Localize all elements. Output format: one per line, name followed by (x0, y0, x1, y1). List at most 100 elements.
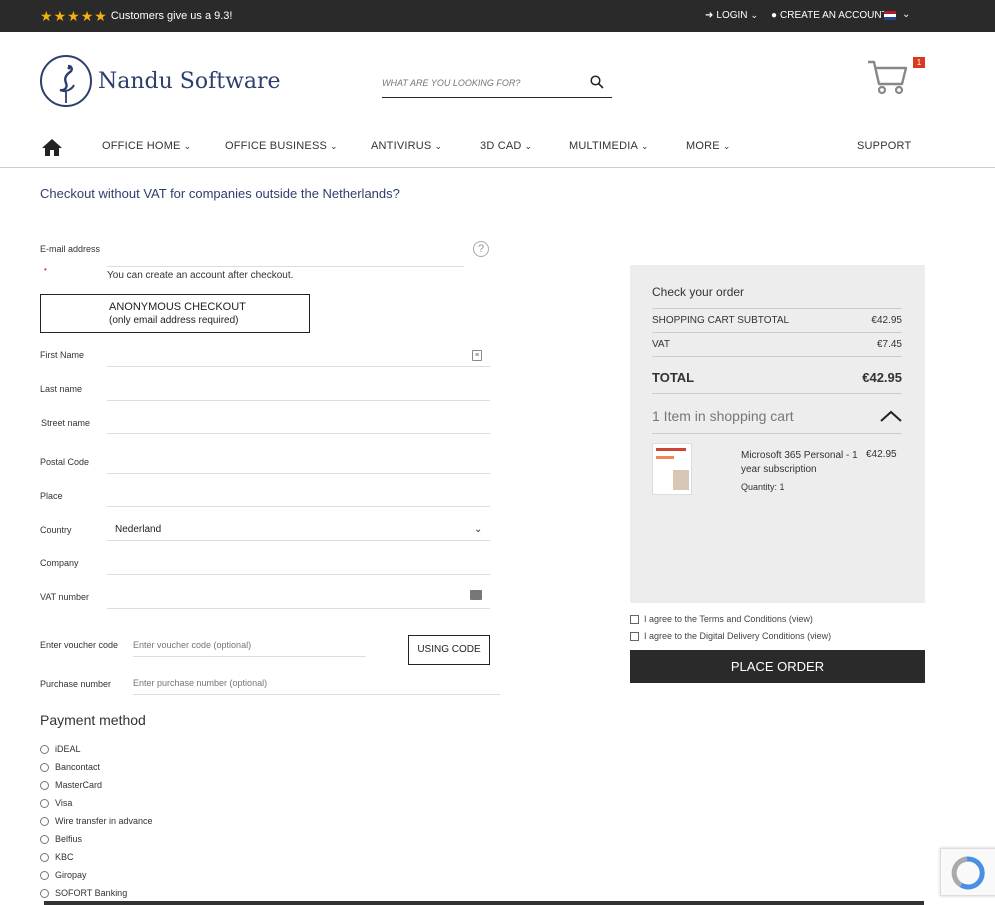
radio-button[interactable] (40, 798, 49, 808)
required-marker: • (44, 265, 47, 274)
nav-item-more[interactable]: MORE ⌄ (686, 140, 731, 152)
divider (652, 433, 902, 434)
email-input[interactable] (107, 245, 464, 265)
radio-button[interactable] (40, 852, 49, 862)
bottom-scroll-bar (44, 901, 924, 905)
delivery-checkbox[interactable] (630, 631, 639, 641)
rating-text: Customers give us a 9.3! (110, 10, 233, 22)
product-price: €42.95 (866, 449, 897, 460)
last-name-input[interactable] (107, 379, 490, 399)
total-value: €42.95 (862, 370, 902, 385)
payment-option-sofort[interactable]: SOFORT Banking (40, 888, 127, 898)
place-order-button[interactable]: PLACE ORDER (630, 650, 925, 683)
divider (652, 308, 902, 309)
nav-item-label: MORE (686, 140, 720, 152)
nav-item-antivirus[interactable]: ANTIVIRUS ⌄ (371, 140, 442, 152)
delivery-agreement[interactable]: I agree to the Digital Delivery Conditio… (630, 631, 831, 641)
company-input[interactable] (107, 553, 490, 573)
chevron-down-icon[interactable]: ⌄ (902, 9, 910, 20)
radio-button[interactable] (40, 780, 49, 790)
recaptcha-icon (951, 856, 985, 890)
customer-rating: ★ ★ ★ ★ ★ Customers give us a 9.3! (40, 9, 232, 23)
search-bar[interactable] (382, 70, 612, 98)
flamingo-logo-icon (40, 55, 92, 107)
using-code-button[interactable]: USING CODE (408, 635, 490, 665)
place-field[interactable] (107, 485, 490, 507)
terms-label: I agree to the Terms and Conditions (vie… (644, 614, 813, 624)
radio-button[interactable] (40, 870, 49, 880)
create-account-link[interactable]: ● CREATE AN ACCOUNT (771, 10, 888, 21)
country-select[interactable] (107, 519, 490, 541)
radio-button[interactable] (40, 816, 49, 826)
voucher-input[interactable] (133, 635, 366, 655)
account-note: You can create an account after checkout… (107, 270, 294, 281)
country-label: Country (40, 525, 72, 535)
radio-button[interactable] (40, 888, 49, 898)
payment-option-giropay[interactable]: Giropay (40, 870, 87, 880)
chevron-up-icon[interactable] (880, 409, 902, 423)
purchase-number-label: Purchase number (40, 679, 112, 689)
help-icon[interactable]: ? (473, 241, 489, 257)
email-field[interactable] (107, 245, 464, 267)
contact-card-icon: ≡ (472, 350, 482, 361)
postal-code-input[interactable] (107, 452, 490, 472)
first-name-field[interactable] (107, 345, 490, 367)
vat-number-label: VAT number (40, 592, 90, 602)
nav-item-office-home[interactable]: OFFICE HOME ⌄ (102, 140, 191, 152)
star-icon: ★ (53, 8, 67, 24)
shopping-cart-icon[interactable] (866, 58, 910, 96)
company-field[interactable] (107, 553, 490, 575)
nav-item-multimedia[interactable]: MULTIMEDIA ⌄ (569, 140, 649, 152)
payment-option-kbc[interactable]: KBC (40, 852, 74, 862)
nav-item-office-business[interactable]: OFFICE BUSINESS ⌄ (225, 140, 338, 152)
payment-option-label: KBC (55, 852, 74, 862)
payment-method-title: Payment method (40, 712, 146, 728)
home-icon[interactable] (41, 137, 63, 157)
last-name-field[interactable] (107, 379, 490, 401)
payment-option-bancontact[interactable]: Bancontact (40, 762, 100, 772)
language-flag-icon[interactable] (884, 11, 896, 20)
payment-option-mastercard[interactable]: MasterCard (40, 780, 102, 790)
nav-item-label: SUPPORT (857, 140, 912, 152)
street-name-input[interactable] (107, 412, 490, 432)
anonymous-checkout-title: ANONYMOUS CHECKOUT (109, 301, 246, 313)
first-name-input[interactable] (107, 345, 490, 365)
product-quantity: Quantity: 1 (741, 482, 785, 492)
terms-checkbox[interactable] (630, 614, 639, 624)
vat-number-field[interactable] (107, 587, 490, 609)
product-thumbnail[interactable] (652, 443, 692, 495)
company-label: Company (40, 558, 79, 568)
radio-button[interactable] (40, 834, 49, 844)
payment-option-belfius[interactable]: Belfius (40, 834, 82, 844)
nav-item-label: OFFICE HOME (102, 140, 181, 152)
chevron-down-icon[interactable]: ⌄ (474, 524, 482, 535)
purchase-number-field[interactable] (133, 673, 500, 695)
purchase-number-input[interactable] (133, 673, 500, 693)
nav-item-support[interactable]: SUPPORT (857, 140, 911, 152)
vat-free-checkout-link[interactable]: Checkout without VAT for companies outsi… (40, 186, 400, 201)
payment-option-ideal[interactable]: iDEAL (40, 744, 81, 754)
payment-option-visa[interactable]: Visa (40, 798, 72, 808)
star-icon: ★ (67, 8, 80, 24)
payment-option-wire-transfer[interactable]: Wire transfer in advance (40, 816, 153, 826)
place-input[interactable] (107, 485, 490, 505)
street-name-field[interactable] (107, 412, 490, 434)
postal-code-field[interactable] (107, 452, 490, 474)
last-name-label: Last name (40, 384, 83, 394)
terms-agreement[interactable]: I agree to the Terms and Conditions (vie… (630, 614, 813, 624)
subtotal-label: SHOPPING CART SUBTOTAL (652, 315, 790, 326)
vat-number-input[interactable] (107, 587, 490, 607)
brand-logo[interactable]: Nandu Software (40, 55, 281, 107)
anonymous-checkout-button[interactable]: ANONYMOUS CHECKOUT (only email address r… (40, 294, 310, 333)
login-link[interactable]: ➜ LOGIN ⌄ (705, 10, 758, 21)
radio-button[interactable] (40, 762, 49, 772)
star-icon: ★ (80, 8, 94, 24)
search-input[interactable] (382, 70, 582, 96)
recaptcha-badge[interactable] (940, 848, 995, 896)
payment-option-label: Belfius (55, 834, 83, 844)
radio-button[interactable] (40, 744, 49, 754)
cart-items-toggle-label[interactable]: 1 Item in shopping cart (652, 408, 794, 424)
search-icon[interactable] (590, 75, 604, 89)
nav-item-3d-cad[interactable]: 3D CAD ⌄ (480, 140, 532, 152)
voucher-field[interactable] (133, 635, 366, 657)
